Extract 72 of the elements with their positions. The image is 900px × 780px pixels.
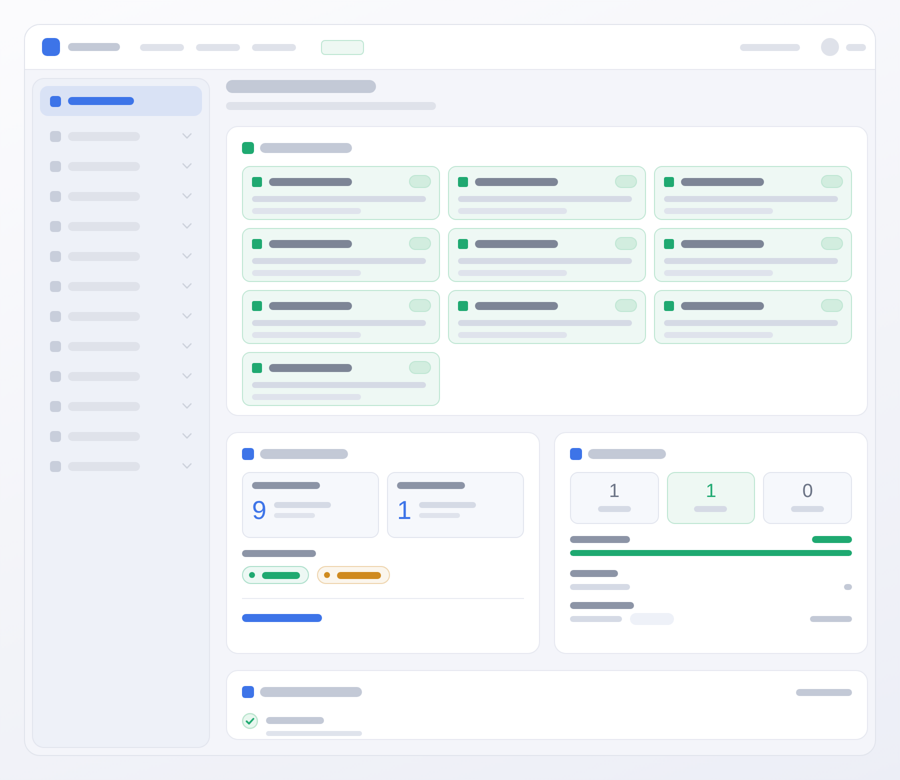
- label-placeholder: [570, 602, 634, 609]
- label-placeholder: [397, 482, 465, 489]
- brand-placeholder: [68, 43, 120, 51]
- chevron-down-icon: [182, 313, 192, 319]
- status-badge: [409, 175, 431, 188]
- logo-icon: [42, 38, 60, 56]
- line-placeholder: [570, 616, 622, 622]
- chevron-down-icon: [182, 253, 192, 259]
- square-icon: [664, 238, 674, 248]
- status-badge: [615, 175, 637, 188]
- stat-value: 9: [252, 495, 268, 525]
- value-placeholder: [810, 616, 852, 622]
- label-placeholder: [252, 482, 320, 489]
- square-icon: [664, 300, 674, 310]
- square-icon: [458, 300, 468, 310]
- square-icon: [242, 448, 254, 460]
- nav-link-placeholder[interactable]: [252, 44, 296, 50]
- value-placeholder: [844, 584, 852, 590]
- count-tab[interactable]: 1: [570, 472, 659, 524]
- status-badge: [821, 175, 843, 188]
- status-badge: [409, 299, 431, 312]
- label-placeholder: [791, 506, 824, 512]
- chevron-down-icon: [182, 433, 192, 439]
- status-badge: [821, 237, 843, 250]
- count-tab[interactable]: 1: [666, 472, 756, 524]
- label-placeholder: [570, 570, 618, 577]
- text-placeholder: [796, 688, 852, 696]
- chevron-down-icon: [182, 403, 192, 409]
- square-icon: [242, 686, 254, 698]
- stat-value: 1: [397, 495, 412, 525]
- square-icon: [252, 238, 262, 248]
- chevron-down-icon: [182, 133, 192, 139]
- label-placeholder: [570, 536, 630, 543]
- square-icon: [242, 142, 254, 154]
- chevron-down-icon: [182, 373, 192, 379]
- square-icon: [458, 238, 468, 248]
- status-badge: [321, 40, 364, 54]
- chevron-down-icon: [182, 343, 192, 349]
- chevron-down-icon: [182, 283, 192, 289]
- status-badge: [409, 237, 431, 250]
- square-icon: [570, 448, 582, 460]
- nav-link-placeholder[interactable]: [140, 44, 184, 50]
- label-placeholder: [337, 572, 381, 578]
- nav-link-placeholder[interactable]: [196, 44, 240, 50]
- square-icon: [664, 176, 674, 186]
- square-icon: [252, 300, 262, 310]
- line-placeholder: [274, 502, 331, 508]
- status-badge: [821, 299, 843, 312]
- status-badge: [615, 299, 637, 312]
- chevron-down-icon: [182, 463, 192, 469]
- chevron-down-icon: [182, 223, 192, 229]
- value-placeholder: [812, 536, 852, 543]
- square-icon: [252, 362, 262, 372]
- line-placeholder: [419, 502, 476, 508]
- chevron-down-icon: [182, 193, 192, 199]
- label-placeholder: [598, 506, 631, 512]
- sidebar-item[interactable]: [40, 86, 202, 116]
- label-placeholder: [266, 717, 324, 724]
- status-badge: [409, 361, 431, 374]
- label-placeholder: [694, 506, 728, 512]
- count-tab[interactable]: 0: [763, 472, 852, 524]
- label-placeholder: [68, 97, 134, 105]
- square-icon: [458, 176, 468, 186]
- label-placeholder: [262, 572, 300, 578]
- chevron-down-icon: [182, 163, 192, 169]
- text-placeholder: [846, 44, 866, 50]
- line-placeholder: [570, 584, 630, 590]
- status-badge: [615, 237, 637, 250]
- square-icon: [252, 176, 262, 186]
- avatar-icon[interactable]: [821, 38, 839, 56]
- text-placeholder: [740, 44, 800, 50]
- link-placeholder[interactable]: [242, 614, 322, 622]
